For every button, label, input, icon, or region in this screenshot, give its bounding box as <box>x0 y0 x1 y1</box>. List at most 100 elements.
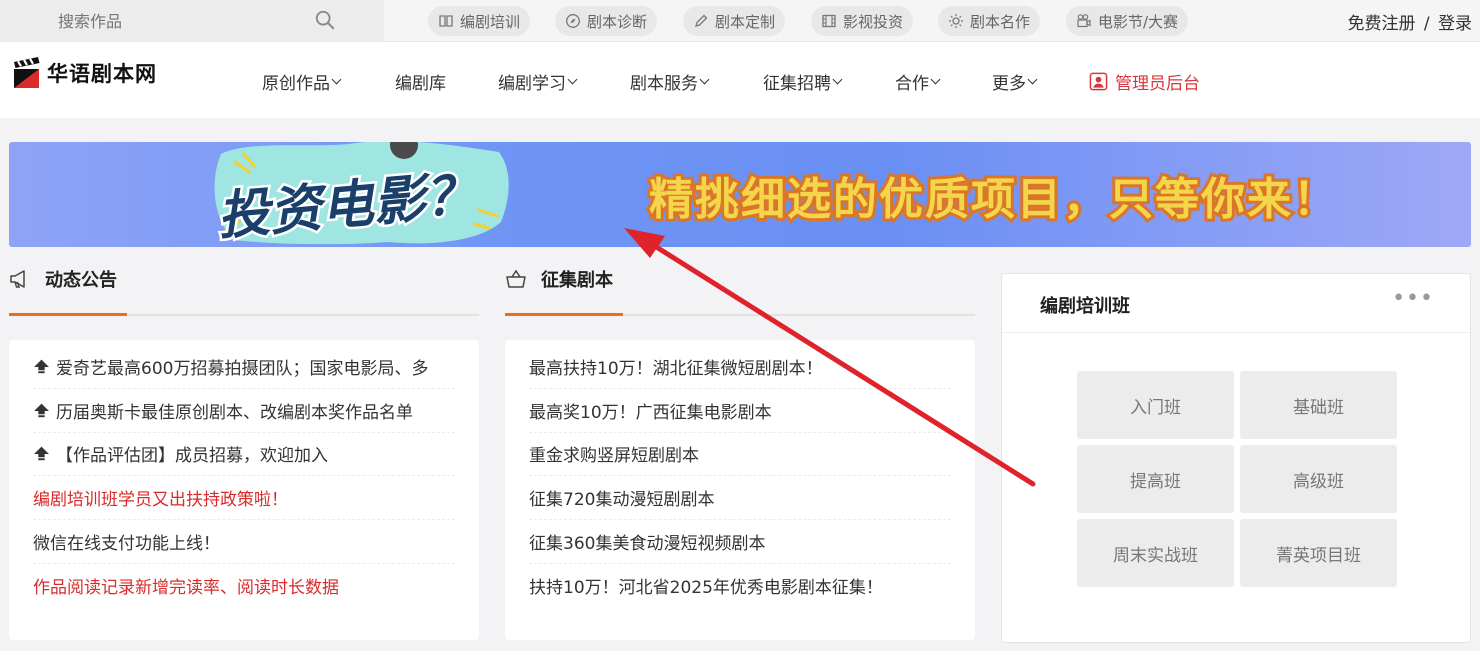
pill-label: 剧本名作 <box>970 12 1031 31</box>
announcement-text: 【作品评估团】成员招募，欢迎加入 <box>56 446 328 467</box>
nav-label: 原创作品 <box>262 74 330 94</box>
nav-admin-backend[interactable]: 管理员后台 <box>1089 69 1200 94</box>
training-title: 编剧培训班 <box>1040 296 1130 317</box>
banner-artwork: 投资电影？ 精挑细选的优质项目，只等你来！ <box>213 142 1340 247</box>
auth-separator: / <box>1423 14 1430 34</box>
search-box <box>0 0 384 42</box>
megaphone-icon <box>10 270 25 288</box>
auth-links: 免费注册 / 登录 <box>1347 9 1472 34</box>
book-icon <box>439 15 453 27</box>
login-link[interactable]: 登录 <box>1438 14 1472 34</box>
section-accent-underline <box>505 313 623 316</box>
class-weekend-button[interactable]: 周末实战班 <box>1077 519 1234 587</box>
collection-list: 最高扶持10万！湖北征集微短剧剧本！ 最高奖10万！广西征集电影剧本 重金求购竖… <box>529 345 951 608</box>
film-icon <box>822 14 836 28</box>
nav-label: 合作 <box>895 74 929 94</box>
training-panel: 编剧培训班 ••• 入门班 基础班 提高班 高级班 周末实战班 菁英项目班 <box>1001 273 1471 643</box>
pill-label: 电影节/大赛 <box>1098 12 1179 31</box>
nav-collection-recruit[interactable]: 征集招聘 <box>763 69 843 94</box>
list-item[interactable]: 编剧培训班学员又出扶持政策啦！ <box>33 476 455 521</box>
site-logo[interactable]: 华语剧本网 <box>11 56 157 90</box>
more-options-icon[interactable]: ••• <box>1392 288 1434 310</box>
nav-label: 剧本服务 <box>630 74 698 94</box>
section-title-text: 动态公告 <box>45 270 117 291</box>
chevron-down-icon <box>930 74 941 85</box>
class-advanced-button[interactable]: 提高班 <box>1077 445 1234 513</box>
search-icon[interactable] <box>314 9 336 31</box>
chevron-down-icon <box>331 74 342 85</box>
chevron-down-icon <box>832 74 843 85</box>
nav-more[interactable]: 更多 <box>992 69 1038 94</box>
collection-title: 征集剧本 <box>505 266 613 292</box>
announcements-title: 动态公告 <box>9 266 117 292</box>
list-item[interactable]: 历届奥斯卡最佳原创剧本、改编剧本奖作品名单 <box>33 389 455 433</box>
compass-icon <box>566 14 580 28</box>
nav-original-works[interactable]: 原创作品 <box>262 69 342 94</box>
nav-label: 管理员后台 <box>1115 74 1200 94</box>
section-title-text: 征集剧本 <box>541 270 613 291</box>
list-item[interactable]: 作品阅读记录新增完读率、阅读时长数据 <box>33 564 455 608</box>
sun-icon <box>949 14 963 28</box>
pill-script-classics[interactable]: 剧本名作 <box>938 6 1041 36</box>
collection-card: 最高扶持10万！湖北征集微短剧剧本！ 最高奖10万！广西征集电影剧本 重金求购竖… <box>505 340 975 640</box>
class-elite-project-button[interactable]: 菁英项目班 <box>1240 519 1397 587</box>
announcements-header: 动态公告 <box>9 266 479 316</box>
pill-label: 影视投资 <box>843 12 904 31</box>
banner-slogan: 精挑细选的优质项目，只等你来！ <box>649 174 1339 225</box>
class-senior-button[interactable]: 高级班 <box>1240 445 1397 513</box>
nav-cooperation[interactable]: 合作 <box>895 69 941 94</box>
class-beginner-button[interactable]: 入门班 <box>1077 371 1234 439</box>
list-item[interactable]: 重金求购竖屏短剧剧本 <box>529 433 951 477</box>
announcements-list: 爱奇艺最高600万招募拍摄团队；国家电影局、多 历届奥斯卡最佳原创剧本、改编剧本… <box>33 345 455 608</box>
list-item[interactable]: 【作品评估团】成员招募，欢迎加入 <box>33 433 455 477</box>
chevron-down-icon <box>1027 74 1038 85</box>
pill-screenwriting-training[interactable]: 编剧培训 <box>428 6 531 36</box>
list-item[interactable]: 微信在线支付功能上线！ <box>33 520 455 564</box>
section-accent-underline <box>9 313 127 316</box>
pill-film-investment[interactable]: 影视投资 <box>811 6 914 36</box>
nav-script-services[interactable]: 剧本服务 <box>630 69 710 94</box>
register-link[interactable]: 免费注册 <box>1347 14 1415 34</box>
announcements-card: 爱奇艺最高600万招募拍摄团队；国家电影局、多 历届奥斯卡最佳原创剧本、改编剧本… <box>9 340 479 640</box>
pill-script-custom[interactable]: 剧本定制 <box>683 6 786 36</box>
film-investment-banner[interactable]: 投资电影？ 精挑细选的优质项目，只等你来！ <box>9 142 1471 247</box>
announcement-text: 作品阅读记录新增完读率、阅读时长数据 <box>33 578 339 599</box>
clapperboard-logo-icon <box>14 57 40 88</box>
list-item[interactable]: 征集720集动漫短剧剧本 <box>529 476 951 521</box>
pin-top-icon <box>34 403 49 417</box>
training-panel-header: 编剧培训班 ••• <box>1002 274 1470 333</box>
pill-script-diagnosis[interactable]: 剧本诊断 <box>555 6 658 36</box>
nav-label: 编剧库 <box>395 74 446 94</box>
nav-label: 征集招聘 <box>763 74 831 94</box>
announcement-text: 爱奇艺最高600万招募拍摄团队；国家电影局、多 <box>56 358 429 379</box>
list-item[interactable]: 最高奖10万！广西征集电影剧本 <box>529 389 951 433</box>
camera-icon <box>1077 14 1091 28</box>
list-item[interactable]: 扶持10万！河北省2025年优秀电影剧本征集！ <box>529 564 951 608</box>
basket-icon <box>506 269 526 288</box>
nav-writer-library[interactable]: 编剧库 <box>395 69 446 94</box>
nav-label: 编剧学习 <box>498 74 566 94</box>
logo-text: 华语剧本网 <box>47 61 157 86</box>
pin-top-icon <box>34 447 49 461</box>
list-item[interactable]: 最高扶持10万！湖北征集微短剧剧本！ <box>529 345 951 389</box>
top-utility-bar: 编剧培训 剧本诊断 剧本定制 影视投资 剧本名作 电影节/大赛 免费注册 / 登… <box>0 0 1480 42</box>
pill-label: 剧本诊断 <box>587 12 648 31</box>
pen-icon <box>695 14 708 27</box>
nav-label: 更多 <box>992 74 1026 94</box>
chevron-down-icon <box>699 74 710 85</box>
chevron-down-icon <box>567 74 578 85</box>
pill-label: 编剧培训 <box>460 12 521 31</box>
pill-label: 剧本定制 <box>715 12 776 31</box>
announcement-text: 微信在线支付功能上线！ <box>33 534 220 555</box>
list-item[interactable]: 征集360集美食动漫短视频剧本 <box>529 520 951 564</box>
pill-film-festival[interactable]: 电影节/大赛 <box>1066 6 1189 36</box>
announcement-text: 编剧培训班学员又出扶持政策啦！ <box>33 490 288 511</box>
main-nav: 华语剧本网 原创作品 编剧库 编剧学习 剧本服务 征集招聘 合作 更多 管理员后… <box>0 42 1480 118</box>
collection-header: 征集剧本 <box>505 266 975 316</box>
announcement-text: 历届奥斯卡最佳原创剧本、改编剧本奖作品名单 <box>56 402 413 423</box>
nav-writing-study[interactable]: 编剧学习 <box>498 69 578 94</box>
admin-user-icon <box>1089 72 1108 91</box>
list-item[interactable]: 爱奇艺最高600万招募拍摄团队；国家电影局、多 <box>33 345 455 389</box>
class-basic-button[interactable]: 基础班 <box>1240 371 1397 439</box>
pin-top-icon <box>34 359 49 374</box>
